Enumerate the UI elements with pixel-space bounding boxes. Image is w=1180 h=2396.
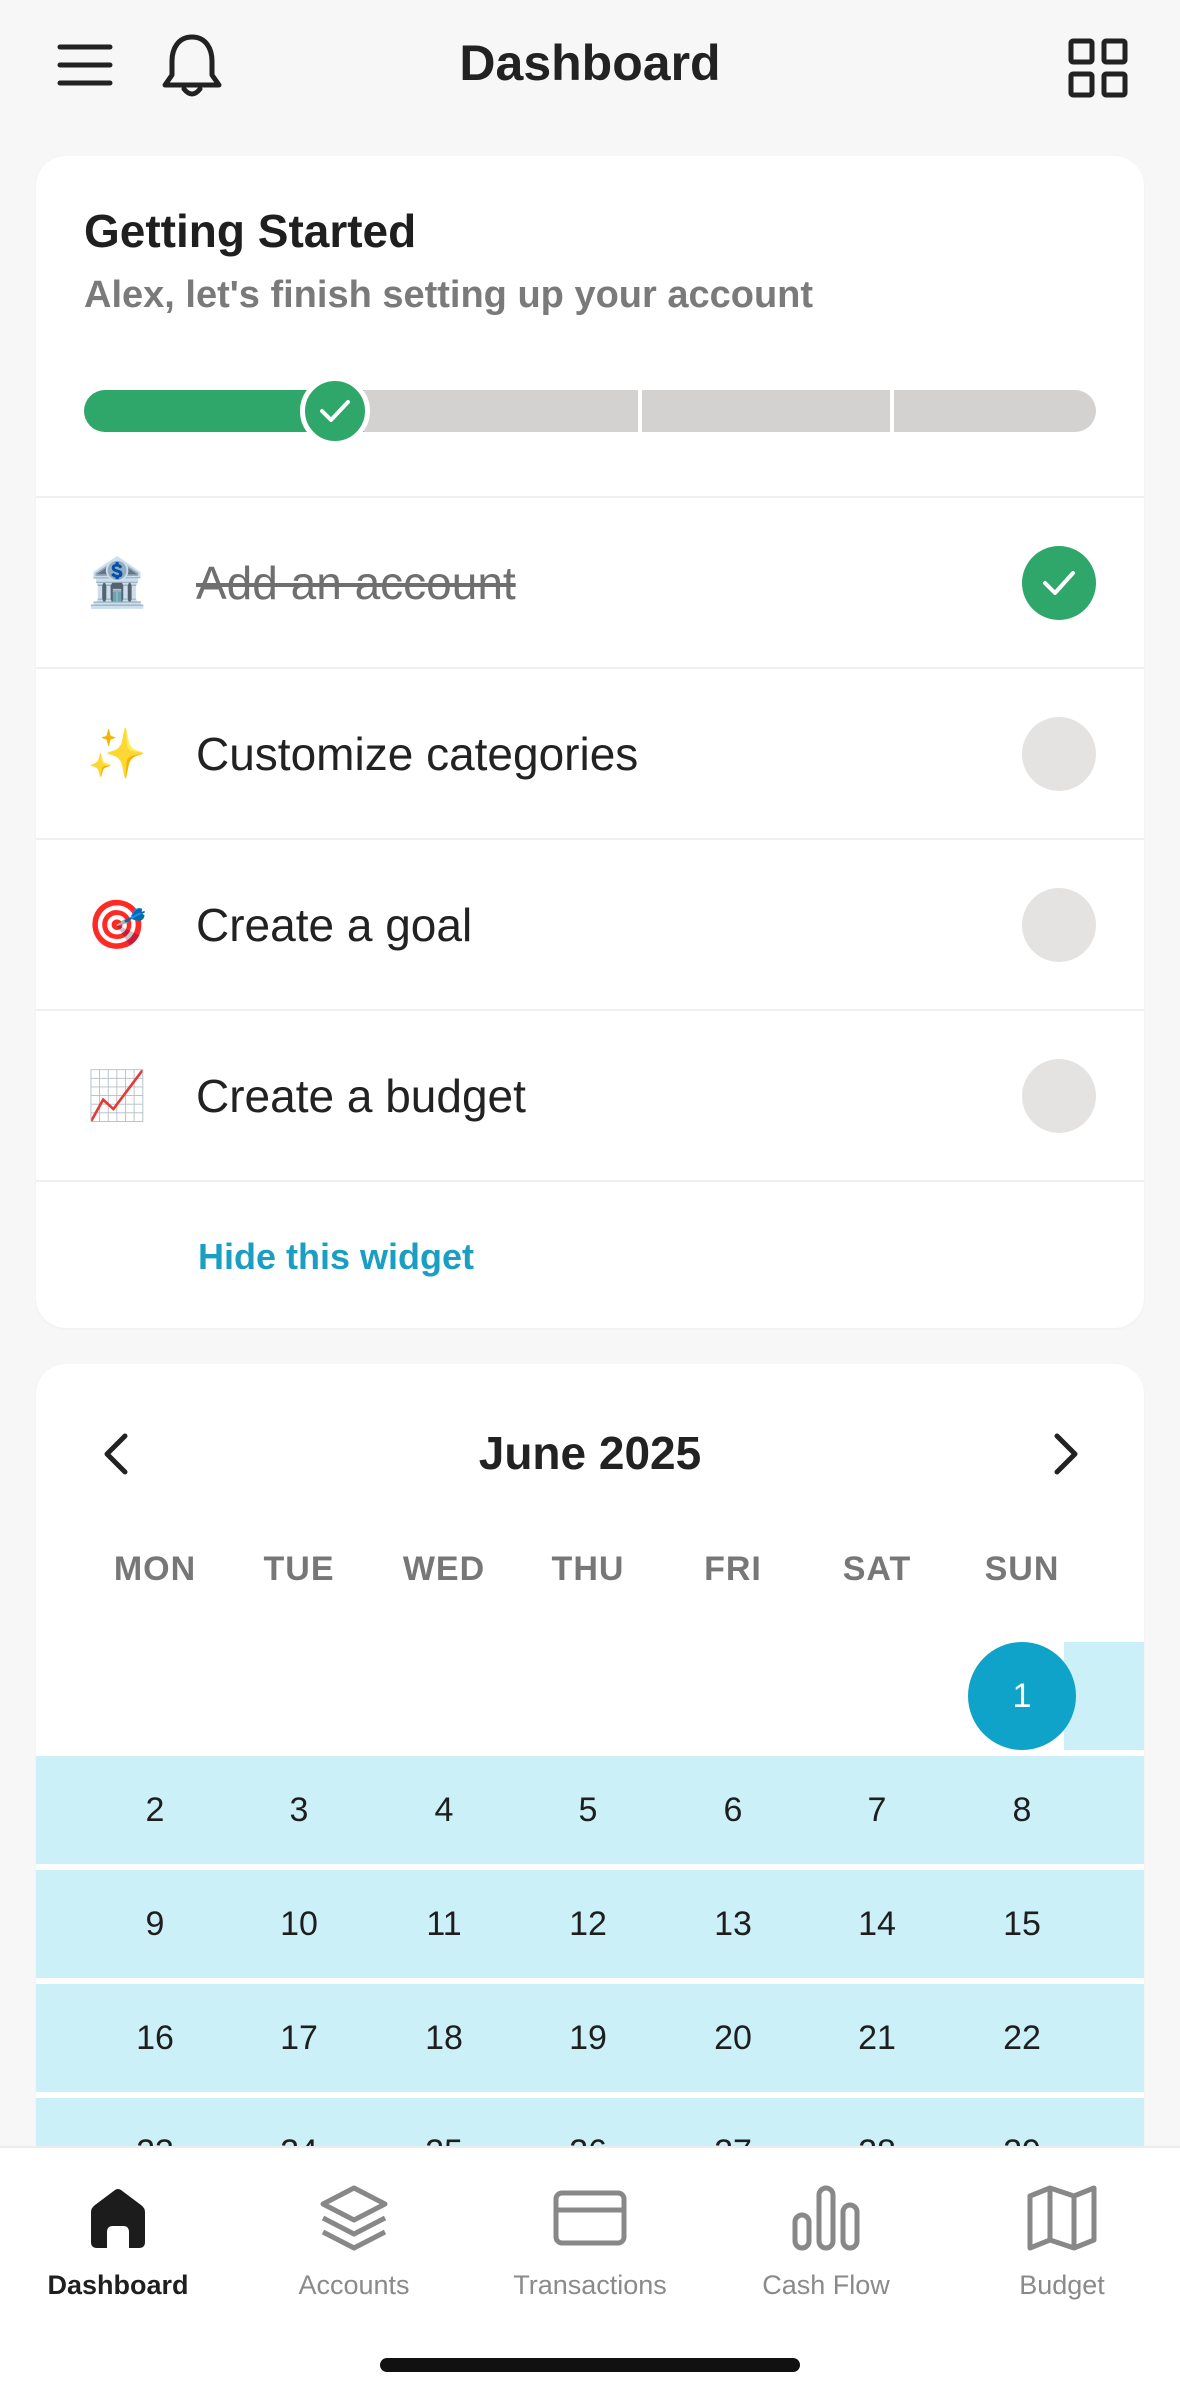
task-create-goal[interactable]: 🎯 Create a goal: [36, 838, 1144, 1009]
chevron-right-icon[interactable]: [1036, 1424, 1096, 1484]
calendar-day[interactable]: 22: [967, 1984, 1077, 2092]
calendar-week-row: 9 10 11 12 13 14 15: [36, 1870, 1144, 1978]
calendar-week-row: 16 17 18 19 20 21 22: [36, 1984, 1144, 2092]
task-customize-categories[interactable]: ✨ Customize categories: [36, 667, 1144, 838]
calendar-day[interactable]: 2: [100, 1756, 210, 1864]
task-label: Create a goal: [196, 898, 473, 951]
task-create-budget[interactable]: 📈 Create a budget: [36, 1009, 1144, 1180]
calendar-day[interactable]: 14: [822, 1870, 932, 1978]
credit-card-icon: [550, 2178, 630, 2258]
setup-progress-bar: [84, 376, 1096, 446]
weekday-label: FRI: [704, 1550, 762, 1588]
calendar-day[interactable]: 7: [822, 1756, 932, 1864]
tab-accounts[interactable]: Accounts: [254, 2178, 454, 2308]
target-icon: 🎯: [87, 899, 147, 952]
tab-label: Transactions: [513, 2270, 667, 2300]
bank-icon: 🏦: [87, 557, 147, 610]
task-add-account[interactable]: 🏦 Add an account: [36, 496, 1144, 667]
tab-label: Cash Flow: [762, 2270, 890, 2300]
getting-started-subtitle: Alex, let's finish setting up your accou…: [84, 274, 814, 316]
progress-segment-3: [642, 390, 890, 432]
weekday-label: THU: [551, 1550, 625, 1588]
layers-icon: [314, 2178, 394, 2258]
weekday-header-row: MON TUE WED THU FRI SAT SUN: [36, 1550, 1144, 1600]
getting-started-card: Getting Started Alex, let's finish setti…: [36, 156, 1144, 1328]
top-header: Dashboard: [0, 0, 1180, 140]
weekday-label: WED: [402, 1550, 486, 1588]
tab-label: Dashboard: [47, 2270, 189, 2300]
home-icon: [78, 2178, 158, 2258]
bar-chart-icon: [786, 2178, 866, 2258]
page-title: Dashboard: [459, 35, 721, 91]
weekday-label: MON: [113, 1550, 197, 1588]
week-highlight: [1064, 1642, 1144, 1750]
progress-segment-4: [894, 390, 1096, 432]
tab-budget[interactable]: Budget: [962, 2178, 1162, 2308]
tab-cash-flow[interactable]: Cash Flow: [726, 2178, 926, 2308]
calendar-day[interactable]: 17: [244, 1984, 354, 2092]
calendar-day[interactable]: 21: [822, 1984, 932, 2092]
calendar-day[interactable]: 5: [533, 1756, 643, 1864]
calendar-day[interactable]: 19: [533, 1984, 643, 2092]
tab-label: Budget: [1019, 2270, 1105, 2300]
weekday-label: SAT: [842, 1550, 912, 1588]
calendar-day[interactable]: 20: [678, 1984, 788, 2092]
calendar-week-row: 1: [36, 1642, 1144, 1750]
progress-segment-2: [364, 390, 638, 432]
task-label: Customize categories: [196, 727, 639, 780]
calendar-day[interactable]: 3: [244, 1756, 354, 1864]
bottom-tab-bar: Dashboard Accounts Transactions Cash Flo…: [0, 2146, 1180, 2396]
weekday-label: TUE: [263, 1550, 335, 1588]
check-icon: [1022, 545, 1096, 620]
calendar-month-label: June 2025: [478, 1427, 702, 1479]
calendar-day[interactable]: 4: [389, 1756, 499, 1864]
hide-widget-link[interactable]: Hide this widget: [198, 1236, 474, 1278]
task-label: Add an account: [196, 556, 516, 609]
getting-started-title: Getting Started: [84, 205, 417, 257]
tab-dashboard[interactable]: Dashboard: [18, 2178, 218, 2308]
unchecked-circle-icon: [1022, 1058, 1096, 1133]
calendar-day[interactable]: 18: [389, 1984, 499, 2092]
progress-check-icon: [300, 376, 370, 446]
calendar-day[interactable]: 13: [678, 1870, 788, 1978]
weekday-label: SUN: [984, 1550, 1060, 1588]
home-indicator: [380, 2358, 800, 2372]
tab-transactions[interactable]: Transactions: [490, 2178, 690, 2308]
task-label: Create a budget: [196, 1069, 526, 1122]
calendar-day-selected[interactable]: 1: [968, 1642, 1076, 1750]
unchecked-circle-icon: [1022, 887, 1096, 962]
unchecked-circle-icon: [1022, 716, 1096, 791]
chart-up-icon: 📈: [87, 1070, 147, 1123]
calendar-day[interactable]: 9: [100, 1870, 210, 1978]
calendar-day[interactable]: 16: [100, 1984, 210, 2092]
calendar-day[interactable]: 6: [678, 1756, 788, 1864]
calendar-day[interactable]: 12: [533, 1870, 643, 1978]
calendar-day[interactable]: 11: [389, 1870, 499, 1978]
calendar-day[interactable]: 15: [967, 1870, 1077, 1978]
sparkles-icon: ✨: [87, 728, 147, 781]
calendar-day[interactable]: 8: [967, 1756, 1077, 1864]
calendar-day[interactable]: 10: [244, 1870, 354, 1978]
grid-icon[interactable]: [1060, 30, 1136, 106]
calendar-week-row: 2 3 4 5 6 7 8: [36, 1756, 1144, 1864]
tab-label: Accounts: [298, 2270, 410, 2300]
map-icon: [1022, 2178, 1102, 2258]
